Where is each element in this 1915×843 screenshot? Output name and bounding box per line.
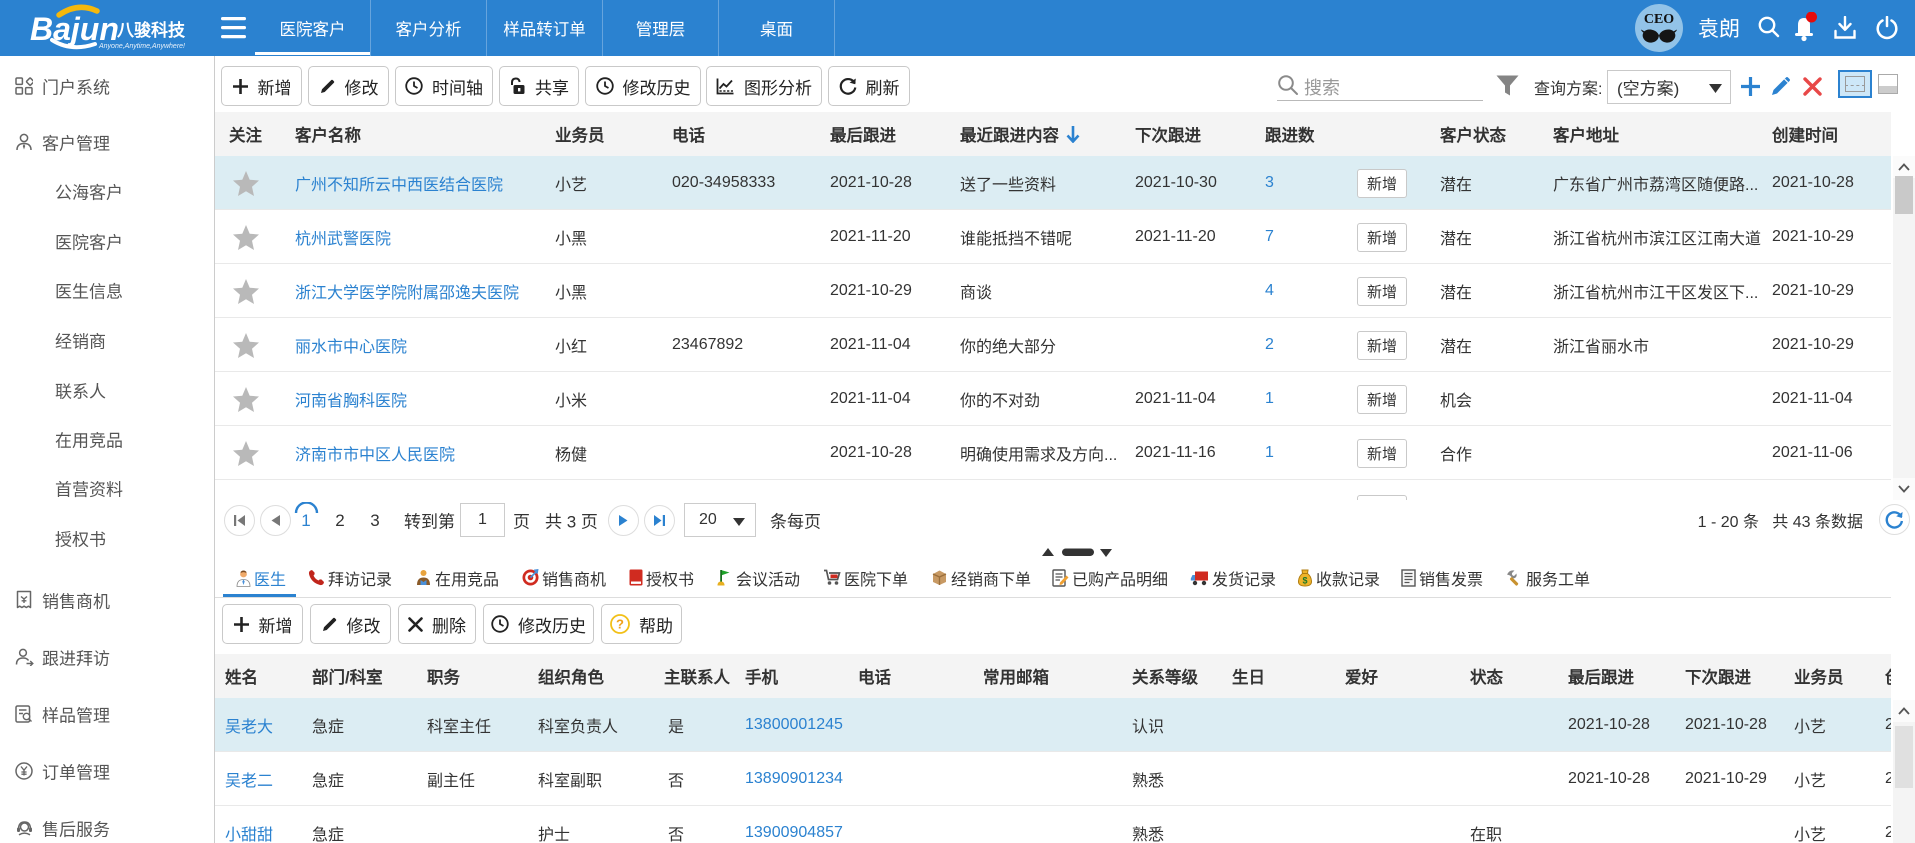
svg-text:Anyone,Anytime,Anywhere!: Anyone,Anytime,Anywhere! <box>98 43 185 50</box>
svg-text:CEO: CEO <box>1644 12 1674 27</box>
svg-text:?: ? <box>616 617 624 632</box>
svg-text:Bajun: Bajun <box>30 11 119 47</box>
svg-text:$: $ <box>1302 575 1307 585</box>
svg-text:八骏科技: 八骏科技 <box>117 20 186 40</box>
